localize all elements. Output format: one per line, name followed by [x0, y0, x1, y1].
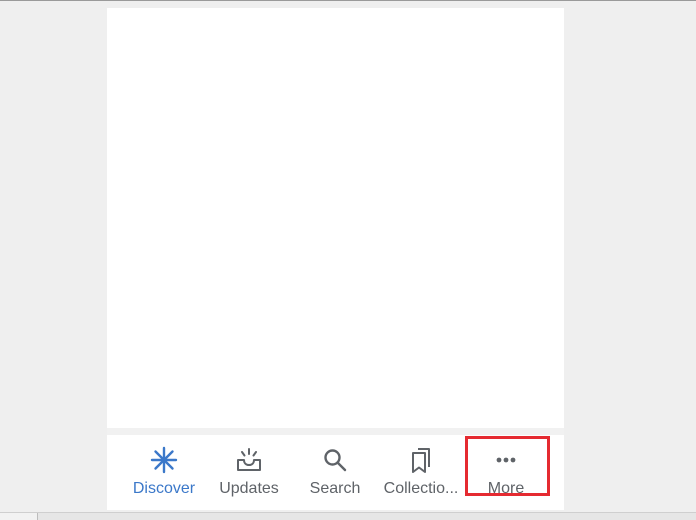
nav-divider [107, 428, 564, 435]
window-top-border [0, 0, 696, 8]
nav-label-collections: Collectio... [383, 480, 459, 497]
nav-label-updates: Updates [219, 480, 279, 497]
collections-icon [406, 445, 436, 475]
nav-item-discover[interactable]: Discover [121, 435, 207, 510]
nav-item-collections[interactable]: Collectio... [378, 435, 464, 510]
nav-label-discover: Discover [132, 480, 196, 497]
search-icon [320, 445, 350, 475]
nav-item-search[interactable]: Search [292, 435, 378, 510]
discover-icon [149, 445, 179, 475]
nav-item-updates[interactable]: Updates [206, 435, 292, 510]
window-bottom-strip [0, 512, 696, 520]
nav-label-search: Search [309, 480, 361, 497]
more-highlight-box [465, 436, 550, 496]
bottom-strip-tab [0, 513, 38, 520]
updates-icon [234, 445, 264, 475]
content-area [107, 8, 564, 428]
app-window: Discover Updates Search Collectio... Mor… [107, 8, 564, 510]
